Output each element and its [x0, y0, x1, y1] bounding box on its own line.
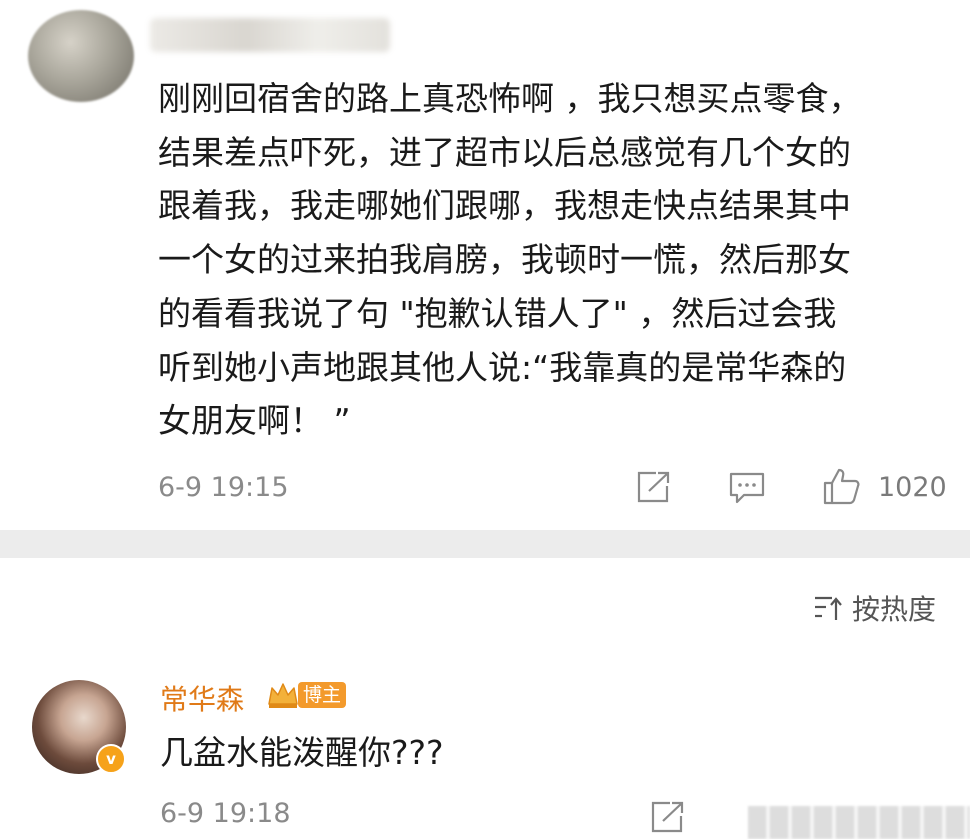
post-line: 一个女的过来拍我肩膀，我顿时一慌，然后那女 [158, 240, 851, 280]
share-icon[interactable] [636, 470, 672, 504]
comment-text: 几盆水能泼醒你??? [160, 733, 444, 772]
post-text: 刚刚回宿舍的路上真恐怖啊 ，我只想买点零食， 结果差点吓死，进了超市以后总感觉有… [158, 72, 948, 448]
post-line: 女朋友啊！ ” [158, 401, 351, 441]
verified-badge: v [96, 744, 126, 774]
crown-icon [266, 680, 300, 714]
post-line: 的看看我说了句 "抱歉认错人了" ，然后过会我 [158, 293, 837, 333]
host-badge: 博主 [298, 682, 347, 708]
share-icon[interactable] [650, 800, 686, 834]
watermark [748, 806, 970, 839]
poster-avatar[interactable] [28, 10, 134, 102]
post-line: 跟着我，我走哪她们跟哪，我想走快点结果其中 [158, 186, 851, 226]
section-divider [0, 530, 970, 558]
poster-name-blurred [150, 18, 390, 52]
comment-timestamp: 6-9 19:18 [160, 798, 291, 829]
post-line: 刚刚回宿舍的路上真恐怖啊 ，我只想买点零食， [158, 79, 862, 118]
like-icon[interactable] [822, 466, 862, 506]
sort-icon [814, 596, 842, 620]
post-line: 听到她小声地跟其他人说:“我靠真的是常华森的 [158, 347, 847, 387]
sort-label: 按热度 [851, 593, 936, 626]
comment-icon[interactable] [728, 471, 766, 505]
like-count: 1020 [878, 472, 947, 503]
post-card: 刚刚回宿舍的路上真恐怖啊 ，我只想买点零食， 结果差点吓死，进了超市以后总感觉有… [0, 0, 970, 530]
sort-toggle[interactable]: 按热度 [812, 588, 936, 628]
post-line: 结果差点吓死，进了超市以后总感觉有几个女的 [158, 132, 851, 172]
post-timestamp: 6-9 19:15 [158, 472, 289, 503]
commenter-name[interactable]: 常华森 [160, 678, 244, 718]
